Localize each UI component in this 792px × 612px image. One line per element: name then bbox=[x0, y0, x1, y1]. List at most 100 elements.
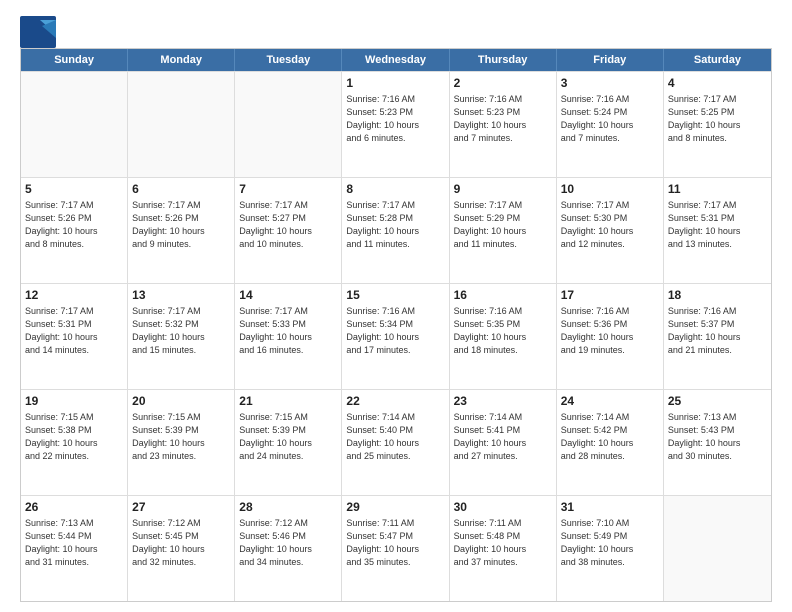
day-info: Sunrise: 7:17 AM Sunset: 5:28 PM Dayligh… bbox=[346, 199, 444, 251]
day-info: Sunrise: 7:16 AM Sunset: 5:37 PM Dayligh… bbox=[668, 305, 767, 357]
day-cell-17: 17Sunrise: 7:16 AM Sunset: 5:36 PM Dayli… bbox=[557, 284, 664, 389]
day-info: Sunrise: 7:17 AM Sunset: 5:26 PM Dayligh… bbox=[132, 199, 230, 251]
day-info: Sunrise: 7:16 AM Sunset: 5:23 PM Dayligh… bbox=[454, 93, 552, 145]
day-info: Sunrise: 7:16 AM Sunset: 5:35 PM Dayligh… bbox=[454, 305, 552, 357]
day-info: Sunrise: 7:13 AM Sunset: 5:43 PM Dayligh… bbox=[668, 411, 767, 463]
header-cell-monday: Monday bbox=[128, 49, 235, 71]
empty-cell bbox=[21, 72, 128, 177]
day-number: 26 bbox=[25, 499, 123, 516]
day-number: 9 bbox=[454, 181, 552, 198]
day-cell-21: 21Sunrise: 7:15 AM Sunset: 5:39 PM Dayli… bbox=[235, 390, 342, 495]
header-cell-saturday: Saturday bbox=[664, 49, 771, 71]
day-info: Sunrise: 7:15 AM Sunset: 5:39 PM Dayligh… bbox=[239, 411, 337, 463]
day-number: 22 bbox=[346, 393, 444, 410]
day-number: 12 bbox=[25, 287, 123, 304]
day-info: Sunrise: 7:16 AM Sunset: 5:24 PM Dayligh… bbox=[561, 93, 659, 145]
day-number: 16 bbox=[454, 287, 552, 304]
day-info: Sunrise: 7:17 AM Sunset: 5:33 PM Dayligh… bbox=[239, 305, 337, 357]
day-info: Sunrise: 7:17 AM Sunset: 5:25 PM Dayligh… bbox=[668, 93, 767, 145]
header-cell-thursday: Thursday bbox=[450, 49, 557, 71]
week-row-5: 26Sunrise: 7:13 AM Sunset: 5:44 PM Dayli… bbox=[21, 495, 771, 601]
day-number: 5 bbox=[25, 181, 123, 198]
day-info: Sunrise: 7:13 AM Sunset: 5:44 PM Dayligh… bbox=[25, 517, 123, 569]
day-number: 29 bbox=[346, 499, 444, 516]
day-cell-31: 31Sunrise: 7:10 AM Sunset: 5:49 PM Dayli… bbox=[557, 496, 664, 601]
calendar-body: 1 Sunrise: 7:16 AM Sunset: 5:23 PM Daylig… bbox=[21, 71, 771, 601]
header-cell-tuesday: Tuesday bbox=[235, 49, 342, 71]
day-info: Sunrise: 7:15 AM Sunset: 5:39 PM Dayligh… bbox=[132, 411, 230, 463]
day-info: Sunrise: 7:14 AM Sunset: 5:41 PM Dayligh… bbox=[454, 411, 552, 463]
day-cell-9: 9Sunrise: 7:17 AM Sunset: 5:29 PM Daylig… bbox=[450, 178, 557, 283]
day-cell-15: 15Sunrise: 7:16 AM Sunset: 5:34 PM Dayli… bbox=[342, 284, 449, 389]
empty-cell bbox=[235, 72, 342, 177]
week-row-3: 12Sunrise: 7:17 AM Sunset: 5:31 PM Dayli… bbox=[21, 283, 771, 389]
empty-cell bbox=[128, 72, 235, 177]
day-cell-2: 2Sunrise: 7:16 AM Sunset: 5:23 PM Daylig… bbox=[450, 72, 557, 177]
day-info: Sunrise: 7:17 AM Sunset: 5:26 PM Dayligh… bbox=[25, 199, 123, 251]
day-number: 7 bbox=[239, 181, 337, 198]
day-info: Sunrise: 7:10 AM Sunset: 5:49 PM Dayligh… bbox=[561, 517, 659, 569]
day-cell-3: 3Sunrise: 7:16 AM Sunset: 5:24 PM Daylig… bbox=[557, 72, 664, 177]
day-number: 3 bbox=[561, 75, 659, 92]
day-info: Sunrise: 7:14 AM Sunset: 5:42 PM Dayligh… bbox=[561, 411, 659, 463]
day-cell-18: 18Sunrise: 7:16 AM Sunset: 5:37 PM Dayli… bbox=[664, 284, 771, 389]
day-cell-4: 4Sunrise: 7:17 AM Sunset: 5:25 PM Daylig… bbox=[664, 72, 771, 177]
day-info: Sunrise: 7:17 AM Sunset: 5:31 PM Dayligh… bbox=[25, 305, 123, 357]
day-info: Sunrise: 7:12 AM Sunset: 5:46 PM Dayligh… bbox=[239, 517, 337, 569]
day-number: 24 bbox=[561, 393, 659, 410]
day-number: 31 bbox=[561, 499, 659, 516]
day-cell-12: 12Sunrise: 7:17 AM Sunset: 5:31 PM Dayli… bbox=[21, 284, 128, 389]
day-number: 13 bbox=[132, 287, 230, 304]
day-number: 18 bbox=[668, 287, 767, 304]
page: SundayMondayTuesdayWednesdayThursdayFrid… bbox=[0, 0, 792, 612]
day-cell-10: 10Sunrise: 7:17 AM Sunset: 5:30 PM Dayli… bbox=[557, 178, 664, 283]
day-number: 20 bbox=[132, 393, 230, 410]
day-number: 25 bbox=[668, 393, 767, 410]
day-info: Sunrise: 7:17 AM Sunset: 5:31 PM Dayligh… bbox=[668, 199, 767, 251]
header-cell-friday: Friday bbox=[557, 49, 664, 71]
day-cell-27: 27Sunrise: 7:12 AM Sunset: 5:45 PM Dayli… bbox=[128, 496, 235, 601]
week-row-2: 5Sunrise: 7:17 AM Sunset: 5:26 PM Daylig… bbox=[21, 177, 771, 283]
day-number: 21 bbox=[239, 393, 337, 410]
day-cell-16: 16Sunrise: 7:16 AM Sunset: 5:35 PM Dayli… bbox=[450, 284, 557, 389]
week-row-4: 19Sunrise: 7:15 AM Sunset: 5:38 PM Dayli… bbox=[21, 389, 771, 495]
header-cell-wednesday: Wednesday bbox=[342, 49, 449, 71]
day-cell-26: 26Sunrise: 7:13 AM Sunset: 5:44 PM Dayli… bbox=[21, 496, 128, 601]
day-info: Sunrise: 7:17 AM Sunset: 5:30 PM Dayligh… bbox=[561, 199, 659, 251]
day-number: 14 bbox=[239, 287, 337, 304]
day-cell-28: 28Sunrise: 7:12 AM Sunset: 5:46 PM Dayli… bbox=[235, 496, 342, 601]
header-cell-sunday: Sunday bbox=[21, 49, 128, 71]
day-info: Sunrise: 7:14 AM Sunset: 5:40 PM Dayligh… bbox=[346, 411, 444, 463]
day-info: Sunrise: 7:11 AM Sunset: 5:48 PM Dayligh… bbox=[454, 517, 552, 569]
day-info: Sunrise: 7:11 AM Sunset: 5:47 PM Dayligh… bbox=[346, 517, 444, 569]
day-cell-20: 20Sunrise: 7:15 AM Sunset: 5:39 PM Dayli… bbox=[128, 390, 235, 495]
day-info: Sunrise: 7:16 AM Sunset: 5:36 PM Dayligh… bbox=[561, 305, 659, 357]
day-cell-7: 7Sunrise: 7:17 AM Sunset: 5:27 PM Daylig… bbox=[235, 178, 342, 283]
day-cell-1: 1Sunrise: 7:16 AM Sunset: 5:23 PM Daylig… bbox=[342, 72, 449, 177]
day-cell-8: 8Sunrise: 7:17 AM Sunset: 5:28 PM Daylig… bbox=[342, 178, 449, 283]
day-info: Sunrise: 7:17 AM Sunset: 5:32 PM Dayligh… bbox=[132, 305, 230, 357]
day-cell-24: 24Sunrise: 7:14 AM Sunset: 5:42 PM Dayli… bbox=[557, 390, 664, 495]
logo bbox=[20, 16, 52, 44]
day-number: 19 bbox=[25, 393, 123, 410]
day-cell-13: 13Sunrise: 7:17 AM Sunset: 5:32 PM Dayli… bbox=[128, 284, 235, 389]
day-cell-11: 11Sunrise: 7:17 AM Sunset: 5:31 PM Dayli… bbox=[664, 178, 771, 283]
calendar: SundayMondayTuesdayWednesdayThursdayFrid… bbox=[20, 48, 772, 602]
day-number: 30 bbox=[454, 499, 552, 516]
day-number: 1 bbox=[346, 75, 444, 92]
day-number: 10 bbox=[561, 181, 659, 198]
calendar-header: SundayMondayTuesdayWednesdayThursdayFrid… bbox=[21, 49, 771, 71]
day-number: 28 bbox=[239, 499, 337, 516]
logo-icon bbox=[20, 16, 50, 44]
day-cell-22: 22Sunrise: 7:14 AM Sunset: 5:40 PM Dayli… bbox=[342, 390, 449, 495]
day-info: Sunrise: 7:17 AM Sunset: 5:27 PM Dayligh… bbox=[239, 199, 337, 251]
day-number: 11 bbox=[668, 181, 767, 198]
day-number: 15 bbox=[346, 287, 444, 304]
day-info: Sunrise: 7:16 AM Sunset: 5:34 PM Dayligh… bbox=[346, 305, 444, 357]
day-number: 27 bbox=[132, 499, 230, 516]
day-cell-14: 14Sunrise: 7:17 AM Sunset: 5:33 PM Dayli… bbox=[235, 284, 342, 389]
day-number: 2 bbox=[454, 75, 552, 92]
day-number: 17 bbox=[561, 287, 659, 304]
week-row-1: 1 Sunrise: 7:16 AM Sunset: 5:23 PM Daylig… bbox=[21, 71, 771, 177]
day-cell-5: 5Sunrise: 7:17 AM Sunset: 5:26 PM Daylig… bbox=[21, 178, 128, 283]
